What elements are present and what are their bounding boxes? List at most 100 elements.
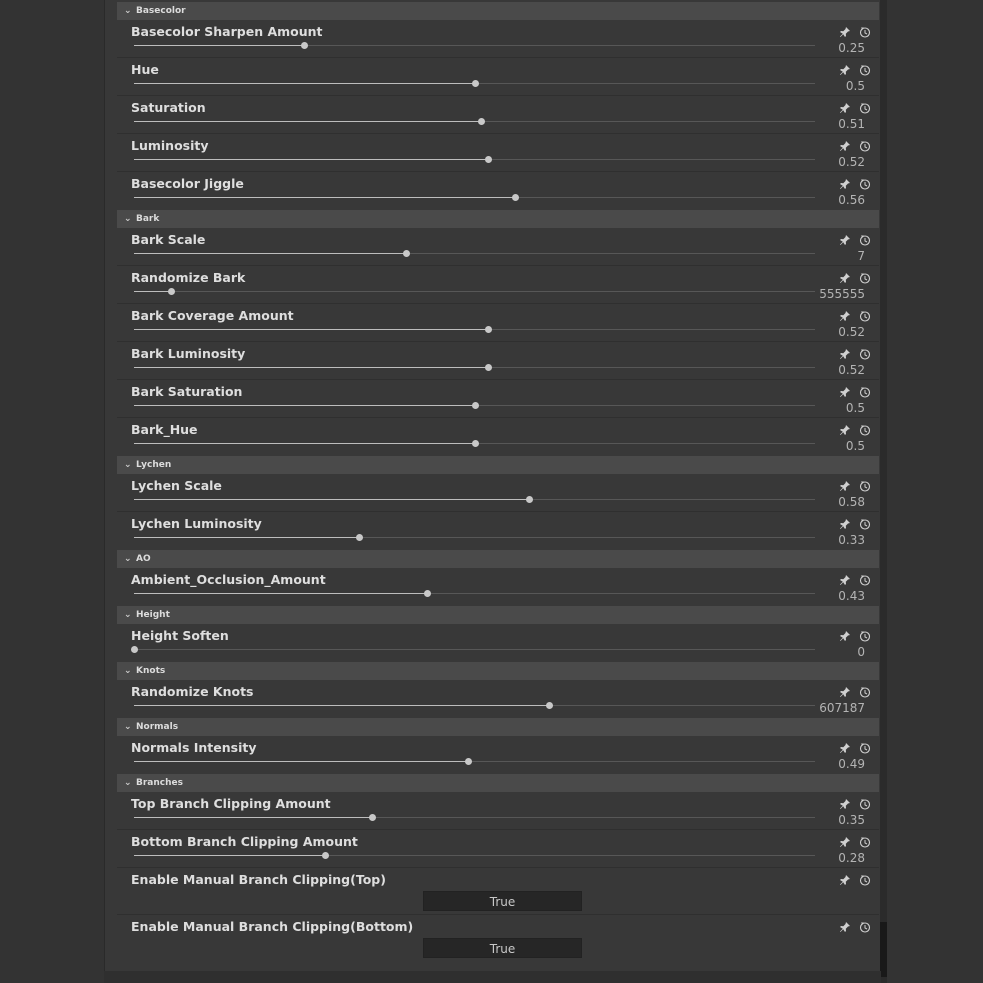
slider-track[interactable] [134,156,815,163]
slider-track[interactable] [134,814,815,821]
slider-track[interactable] [134,288,815,295]
property-value[interactable]: 0.5 [846,439,865,453]
property-value[interactable]: 0.52 [838,155,865,169]
slider-handle[interactable] [525,496,533,503]
scrollbar-thumb[interactable] [880,922,887,977]
chevron-down-icon[interactable]: ⌄ [124,774,136,792]
property-value[interactable]: 0.43 [838,589,865,603]
slider-handle[interactable] [478,118,486,125]
reset-icon[interactable] [859,421,871,436]
slider-track[interactable] [134,534,815,541]
reset-icon[interactable] [859,175,871,190]
slider-handle[interactable] [301,42,309,49]
chevron-down-icon[interactable]: ⌄ [124,2,136,20]
slider-track[interactable] [134,496,815,503]
reset-icon[interactable] [859,383,871,398]
chevron-down-icon[interactable]: ⌄ [124,210,136,228]
section-header-ao[interactable]: ⌄ AO [117,550,879,568]
reset-icon[interactable] [859,739,871,754]
slider-track[interactable] [134,42,815,49]
reset-icon[interactable] [859,231,871,246]
property-value[interactable]: 0.52 [838,325,865,339]
pin-icon[interactable] [839,627,851,641]
property-value[interactable]: 0.35 [838,813,865,827]
reset-icon[interactable] [859,61,871,76]
property-value[interactable]: 607187 [819,701,865,715]
property-value[interactable]: 0.28 [838,851,865,865]
pin-icon[interactable] [839,571,851,585]
reset-icon[interactable] [859,345,871,360]
pin-icon[interactable] [839,137,851,151]
section-header-height[interactable]: ⌄ Height [117,606,879,624]
chevron-down-icon[interactable]: ⌄ [124,718,136,736]
slider-handle[interactable] [403,250,411,257]
reset-icon[interactable] [859,307,871,322]
property-value[interactable]: 0.5 [846,79,865,93]
slider-track[interactable] [134,326,815,333]
property-value[interactable]: 0.49 [838,757,865,771]
section-header-bark[interactable]: ⌄ Bark [117,210,879,228]
pin-icon[interactable] [839,795,851,809]
section-header-knots[interactable]: ⌄ Knots [117,662,879,680]
slider-handle[interactable] [485,326,493,333]
reset-icon[interactable] [859,99,871,114]
reset-icon[interactable] [859,871,871,886]
slider-track[interactable] [134,364,815,371]
property-value[interactable]: 0.5 [846,401,865,415]
slider-track[interactable] [134,852,815,859]
pin-icon[interactable] [839,683,851,697]
slider-track[interactable] [134,702,815,709]
slider-handle[interactable] [512,194,520,201]
slider-handle[interactable] [471,402,479,409]
reset-icon[interactable] [859,23,871,38]
property-value[interactable]: 555555 [819,287,865,301]
pin-icon[interactable] [839,871,851,885]
section-header-normals[interactable]: ⌄ Normals [117,718,879,736]
chevron-down-icon[interactable]: ⌄ [124,662,136,680]
slider-handle[interactable] [369,814,377,821]
section-header-branches[interactable]: ⌄ Branches [117,774,879,792]
pin-icon[interactable] [839,739,851,753]
property-value[interactable]: 7 [857,249,865,263]
property-value[interactable]: 0.51 [838,117,865,131]
reset-icon[interactable] [859,683,871,698]
pin-icon[interactable] [839,307,851,321]
pin-icon[interactable] [839,918,851,932]
pin-icon[interactable] [839,231,851,245]
reset-icon[interactable] [859,571,871,586]
pin-icon[interactable] [839,421,851,435]
slider-handle[interactable] [546,702,554,709]
pin-icon[interactable] [839,175,851,189]
pin-icon[interactable] [839,477,851,491]
slider-handle[interactable] [355,534,363,541]
slider-handle[interactable] [485,156,493,163]
reset-icon[interactable] [859,795,871,810]
property-value[interactable]: 0.25 [838,41,865,55]
slider-track[interactable] [134,80,815,87]
slider-track[interactable] [134,440,815,447]
reset-icon[interactable] [859,627,871,642]
reset-icon[interactable] [859,918,871,933]
reset-icon[interactable] [859,269,871,284]
chevron-down-icon[interactable]: ⌄ [124,606,136,624]
slider-track[interactable] [134,758,815,765]
slider-handle[interactable] [131,646,138,653]
slider-track[interactable] [134,402,815,409]
pin-icon[interactable] [839,269,851,283]
reset-icon[interactable] [859,833,871,848]
chevron-down-icon[interactable]: ⌄ [124,550,136,568]
slider-track[interactable] [134,194,815,201]
pin-icon[interactable] [839,345,851,359]
pin-icon[interactable] [839,61,851,75]
section-header-lychen[interactable]: ⌄ Lychen [117,456,879,474]
pin-icon[interactable] [839,515,851,529]
slider-handle[interactable] [485,364,493,371]
toggle-value-button[interactable]: True [423,938,582,958]
slider-handle[interactable] [471,80,479,87]
pin-icon[interactable] [839,23,851,37]
reset-icon[interactable] [859,137,871,152]
slider-handle[interactable] [423,590,431,597]
chevron-down-icon[interactable]: ⌄ [124,456,136,474]
reset-icon[interactable] [859,477,871,492]
slider-track[interactable] [131,646,815,653]
